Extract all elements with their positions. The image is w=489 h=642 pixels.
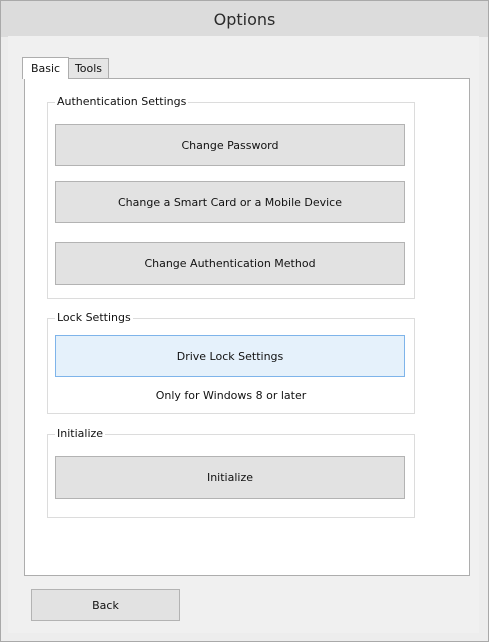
authentication-settings-label: Authentication Settings bbox=[55, 94, 189, 110]
initialize-label: Initialize bbox=[55, 426, 106, 442]
tab-tools[interactable]: Tools bbox=[68, 58, 109, 78]
lock-settings-label: Lock Settings bbox=[55, 310, 133, 326]
drive-lock-settings-button[interactable]: Drive Lock Settings bbox=[55, 335, 405, 377]
change-smart-card-button[interactable]: Change a Smart Card or a Mobile Device bbox=[55, 181, 405, 223]
initialize-button[interactable]: Initialize bbox=[55, 456, 405, 499]
change-authentication-method-button[interactable]: Change Authentication Method bbox=[55, 242, 405, 285]
window-title: Options bbox=[213, 9, 276, 29]
title-bar[interactable]: Options bbox=[1, 1, 488, 37]
back-button[interactable]: Back bbox=[31, 589, 180, 621]
tab-basic[interactable]: Basic bbox=[22, 57, 69, 79]
windows-version-note: Only for Windows 8 or later bbox=[155, 389, 307, 402]
change-password-button[interactable]: Change Password bbox=[55, 124, 405, 166]
